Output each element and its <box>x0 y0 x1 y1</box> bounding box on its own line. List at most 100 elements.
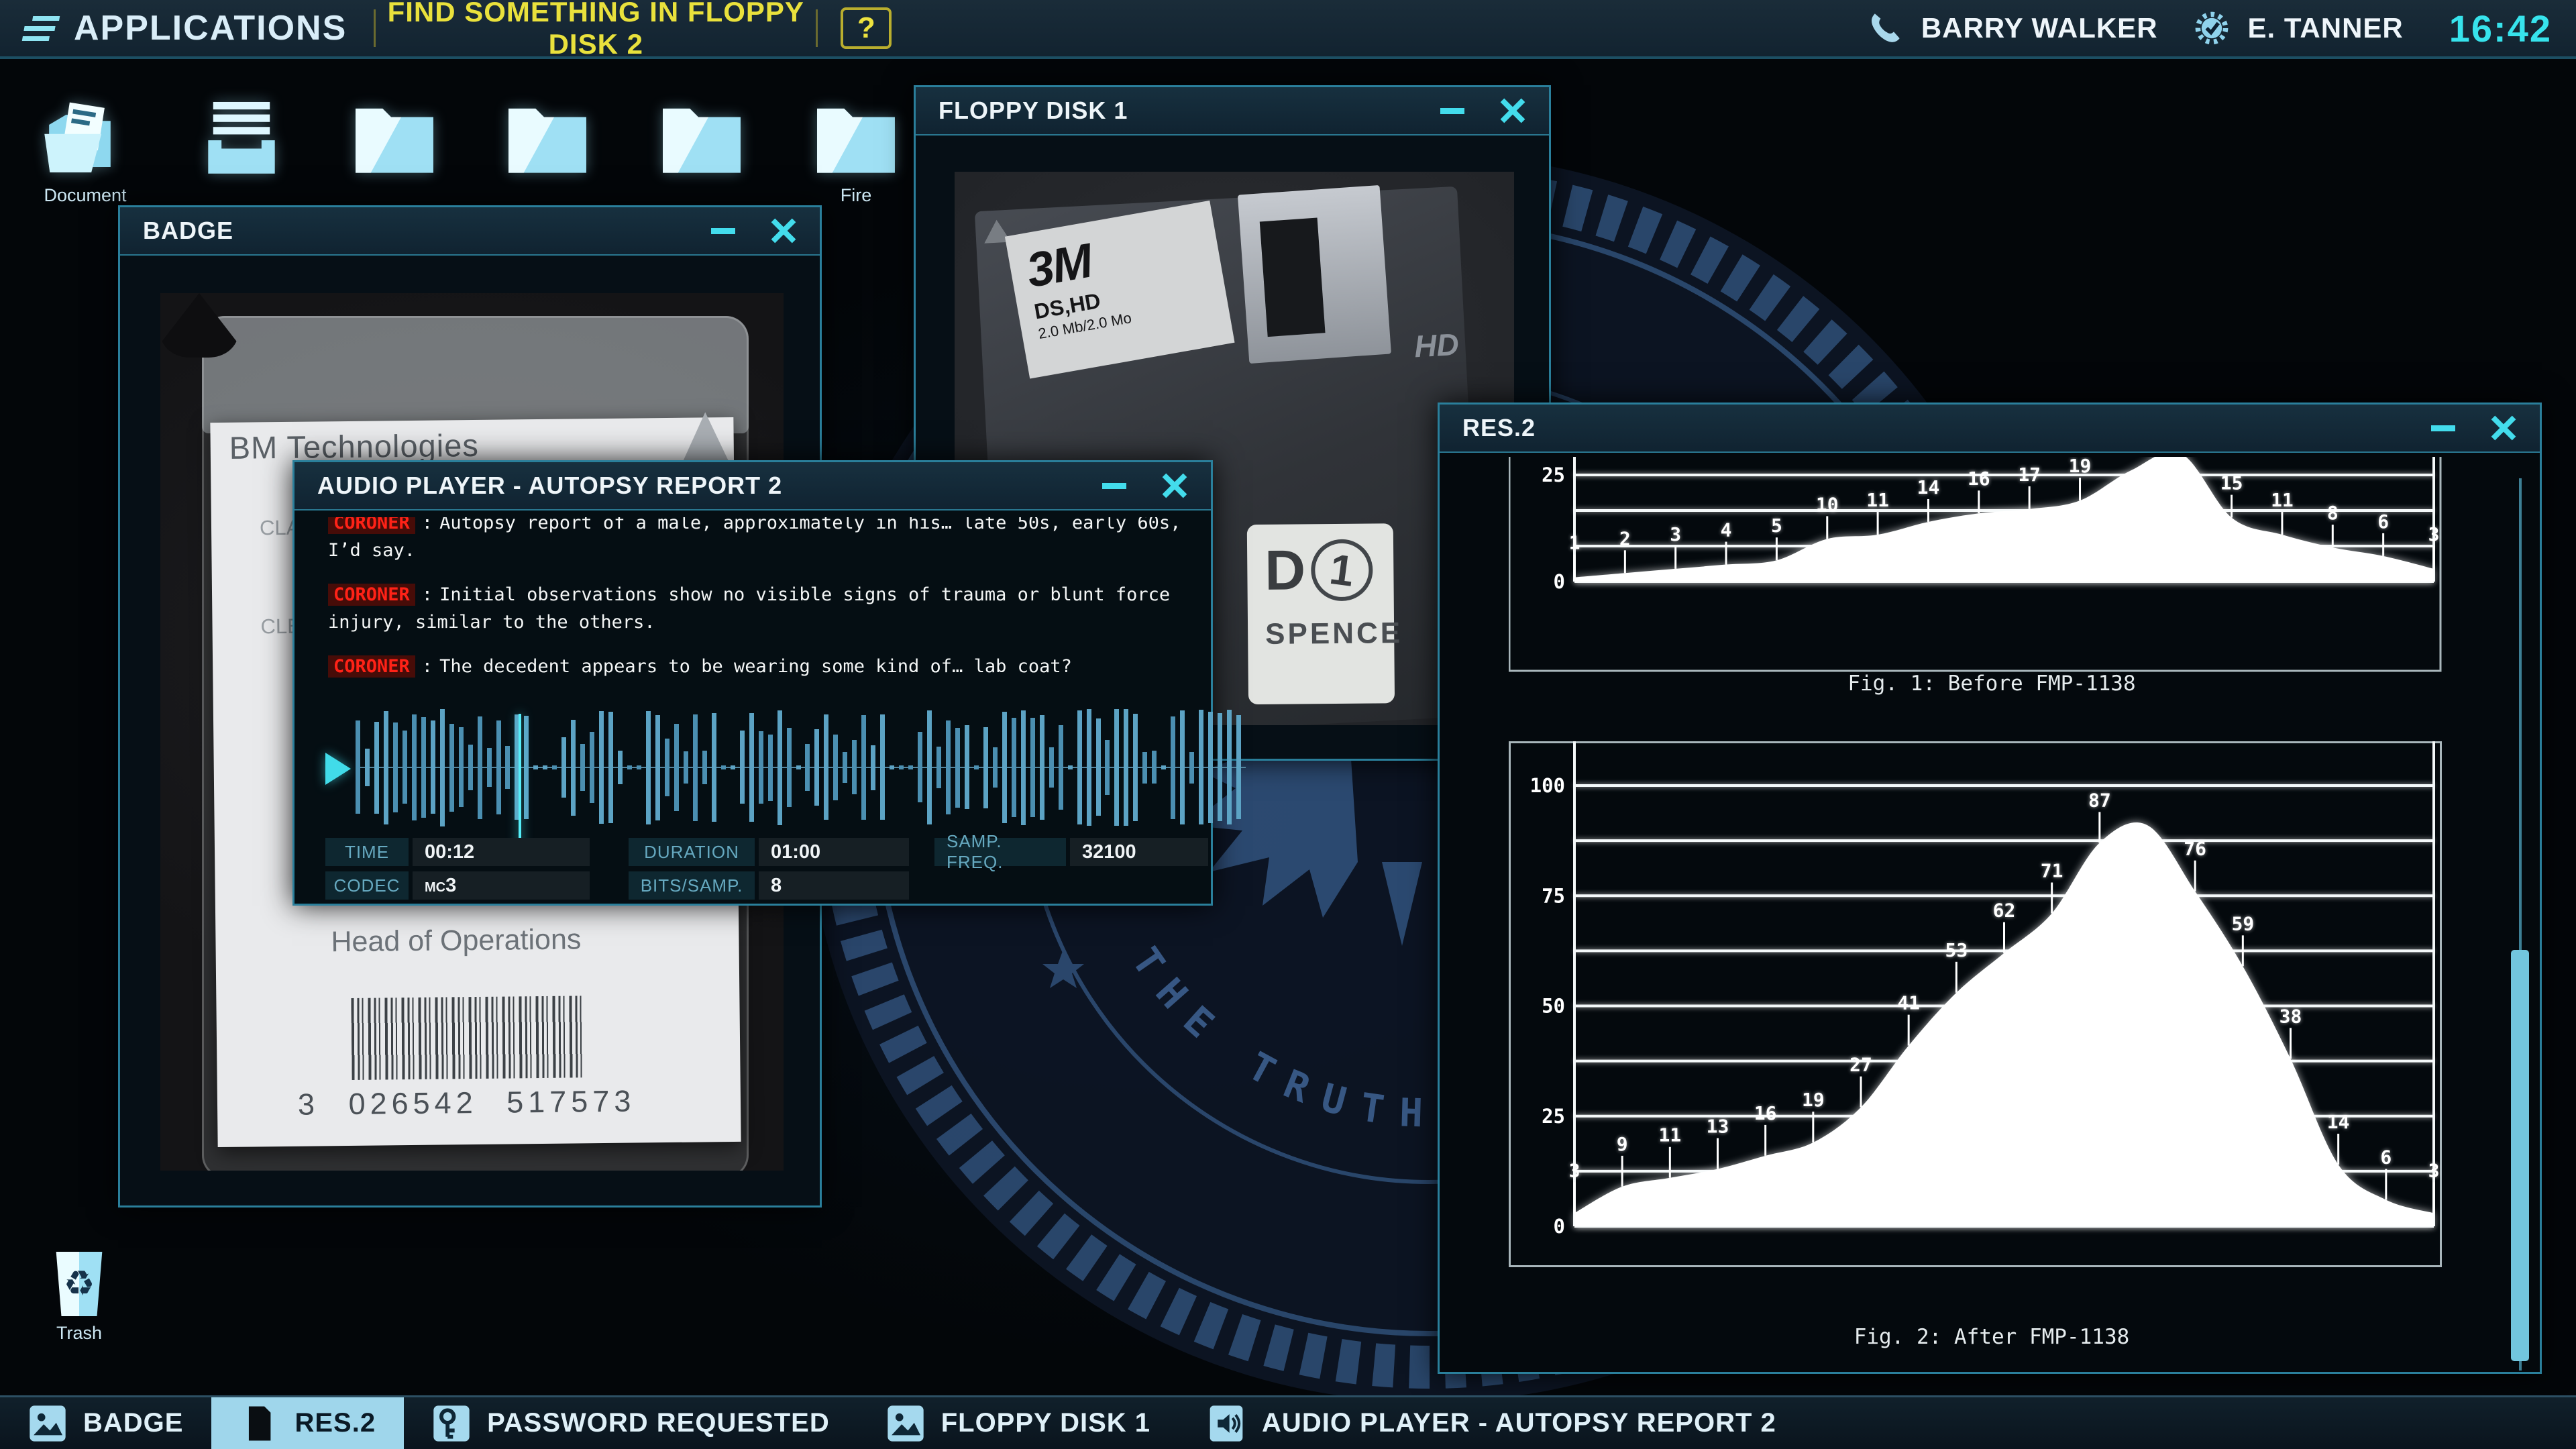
waveform-bar <box>533 765 538 769</box>
duration-label: DURATION <box>629 838 755 866</box>
close-button[interactable] <box>2490 415 2517 441</box>
waveform-bar <box>1077 710 1082 824</box>
label-code-letter: D <box>1265 537 1306 603</box>
svg-text:16: 16 <box>1754 1102 1777 1124</box>
minimize-button[interactable] <box>711 228 735 234</box>
window-title: BADGE <box>143 217 233 245</box>
disk-shutter <box>1238 185 1391 364</box>
res2-titlebar[interactable]: RES.2 <box>1440 405 2540 453</box>
svg-text:3: 3 <box>2428 1159 2440 1181</box>
fig1-area-chart: 025123451011141617191511863 <box>1509 457 2442 672</box>
waveform-bar <box>1236 715 1241 819</box>
minimize-button[interactable] <box>1440 108 1464 114</box>
waveform-bar <box>449 724 454 812</box>
audio-titlebar[interactable]: AUDIO PLAYER - AUTOPSY REPORT 2 <box>294 462 1211 511</box>
archive-icon <box>199 99 284 178</box>
desktop-icon-archive[interactable] <box>181 99 302 181</box>
waveform-bar <box>1049 747 1054 788</box>
waveform-bar <box>627 765 632 769</box>
waveform-bar <box>374 722 379 814</box>
waveform-bar <box>505 746 510 789</box>
window-title: RES.2 <box>1462 414 1536 442</box>
minimize-button[interactable] <box>2431 425 2455 431</box>
badge-titlebar[interactable]: BADGE <box>120 207 820 256</box>
waveform-bar <box>1152 751 1157 784</box>
desktop-icon-folder-fire[interactable]: Fire <box>796 99 916 206</box>
close-button[interactable] <box>1161 472 1188 499</box>
close-button[interactable] <box>1499 97 1526 124</box>
waveform-bar <box>787 728 792 807</box>
trash-icon[interactable]: ♻ Trash <box>39 1252 119 1344</box>
applications-menu[interactable]: APPLICATIONS <box>74 8 347 48</box>
waveform-bar <box>749 713 754 822</box>
waveform-bar <box>796 765 801 769</box>
taskbar-label: BADGE <box>83 1408 183 1438</box>
call-contact[interactable]: BARRY WALKER <box>1921 12 2158 44</box>
waveform-bar <box>899 765 904 769</box>
badge-barcode-digits: 3 026542 517573 <box>298 1084 636 1122</box>
waveform-bar <box>1087 709 1091 826</box>
taskbar-item-floppy-disk-1[interactable]: FLOPPY DISK 1 <box>858 1397 1179 1449</box>
play-button[interactable] <box>325 753 351 785</box>
waveform-bar <box>1171 716 1175 819</box>
taskbar-item-audio-player[interactable]: AUDIO PLAYER - AUTOPSY REPORT 2 <box>1179 1397 1805 1449</box>
waveform-bar <box>861 715 866 820</box>
clock: 16:42 <box>2449 7 2552 50</box>
waveform-bar <box>1021 710 1026 825</box>
label-code-number: 1 <box>1307 535 1376 604</box>
waveform-bar <box>618 751 623 784</box>
fig1-caption: Fig. 1: Before FMP-1138 <box>1440 672 2544 696</box>
svg-text:76: 76 <box>2184 838 2206 860</box>
svg-text:25: 25 <box>1542 1105 1565 1128</box>
disk-brand-label: 3M DS,HD 2.0 Mb/2.0 Mo <box>1005 201 1235 379</box>
menu-icon[interactable] <box>22 16 62 41</box>
separator: : <box>422 517 433 533</box>
divider <box>816 9 818 47</box>
help-button[interactable]: ? <box>841 7 892 49</box>
desktop-icon-documents[interactable]: Document <box>25 99 146 206</box>
speaker-label: CORONER <box>328 584 415 606</box>
speaker-label: CORONER <box>328 517 415 534</box>
waveform[interactable] <box>356 707 1246 828</box>
codec-value: MC3 <box>413 871 590 900</box>
close-button[interactable] <box>770 217 797 244</box>
badge-role: Head of Operations <box>331 923 581 959</box>
waveform-bar <box>637 765 641 769</box>
transcript-text: Initial observations show no visible sig… <box>328 584 1170 633</box>
playhead[interactable] <box>519 714 521 855</box>
waveform-bar <box>674 724 679 811</box>
waveform-bar <box>814 729 819 806</box>
svg-text:3: 3 <box>1670 523 1681 545</box>
waveform-bar <box>365 749 370 786</box>
minimize-button[interactable] <box>1102 483 1126 489</box>
desktop-icon-folder-3[interactable] <box>641 99 762 181</box>
taskbar-item-badge[interactable]: BADGE <box>0 1397 211 1449</box>
waveform-bar <box>824 714 828 820</box>
desktop-icon-folder-1[interactable] <box>334 99 455 181</box>
key-icon <box>432 1404 471 1443</box>
desktop-icon-folder-2[interactable] <box>487 99 608 181</box>
bits-label: BITS/SAMP. <box>629 871 755 900</box>
documents-icon <box>43 99 127 178</box>
waveform-bar <box>487 748 492 787</box>
document-icon <box>239 1404 278 1443</box>
waveform-bar <box>740 731 745 804</box>
svg-text:4: 4 <box>1721 519 1732 541</box>
svg-text:27: 27 <box>1849 1054 1872 1076</box>
scrollbar-thumb[interactable] <box>2511 950 2529 1361</box>
svg-text:25: 25 <box>1542 464 1565 486</box>
waveform-bar <box>880 714 885 820</box>
phone-icon[interactable] <box>1868 11 1902 46</box>
duration-value: 01:00 <box>759 838 909 866</box>
svg-text:11: 11 <box>1658 1124 1681 1146</box>
svg-text:5: 5 <box>1771 515 1782 537</box>
taskbar-item-password-requested[interactable]: PASSWORD REQUESTED <box>404 1397 858 1449</box>
floppy-titlebar[interactable]: FLOPPY DISK 1 <box>916 87 1549 136</box>
waveform-bar <box>412 714 417 820</box>
svg-text:14: 14 <box>1917 476 1940 498</box>
waveform-bar <box>1040 715 1044 820</box>
svg-text:3: 3 <box>2428 523 2440 545</box>
taskbar-item-res2[interactable]: RES.2 <box>211 1397 404 1449</box>
svg-text:6: 6 <box>2380 1146 2392 1169</box>
waveform-bar <box>1096 718 1101 816</box>
